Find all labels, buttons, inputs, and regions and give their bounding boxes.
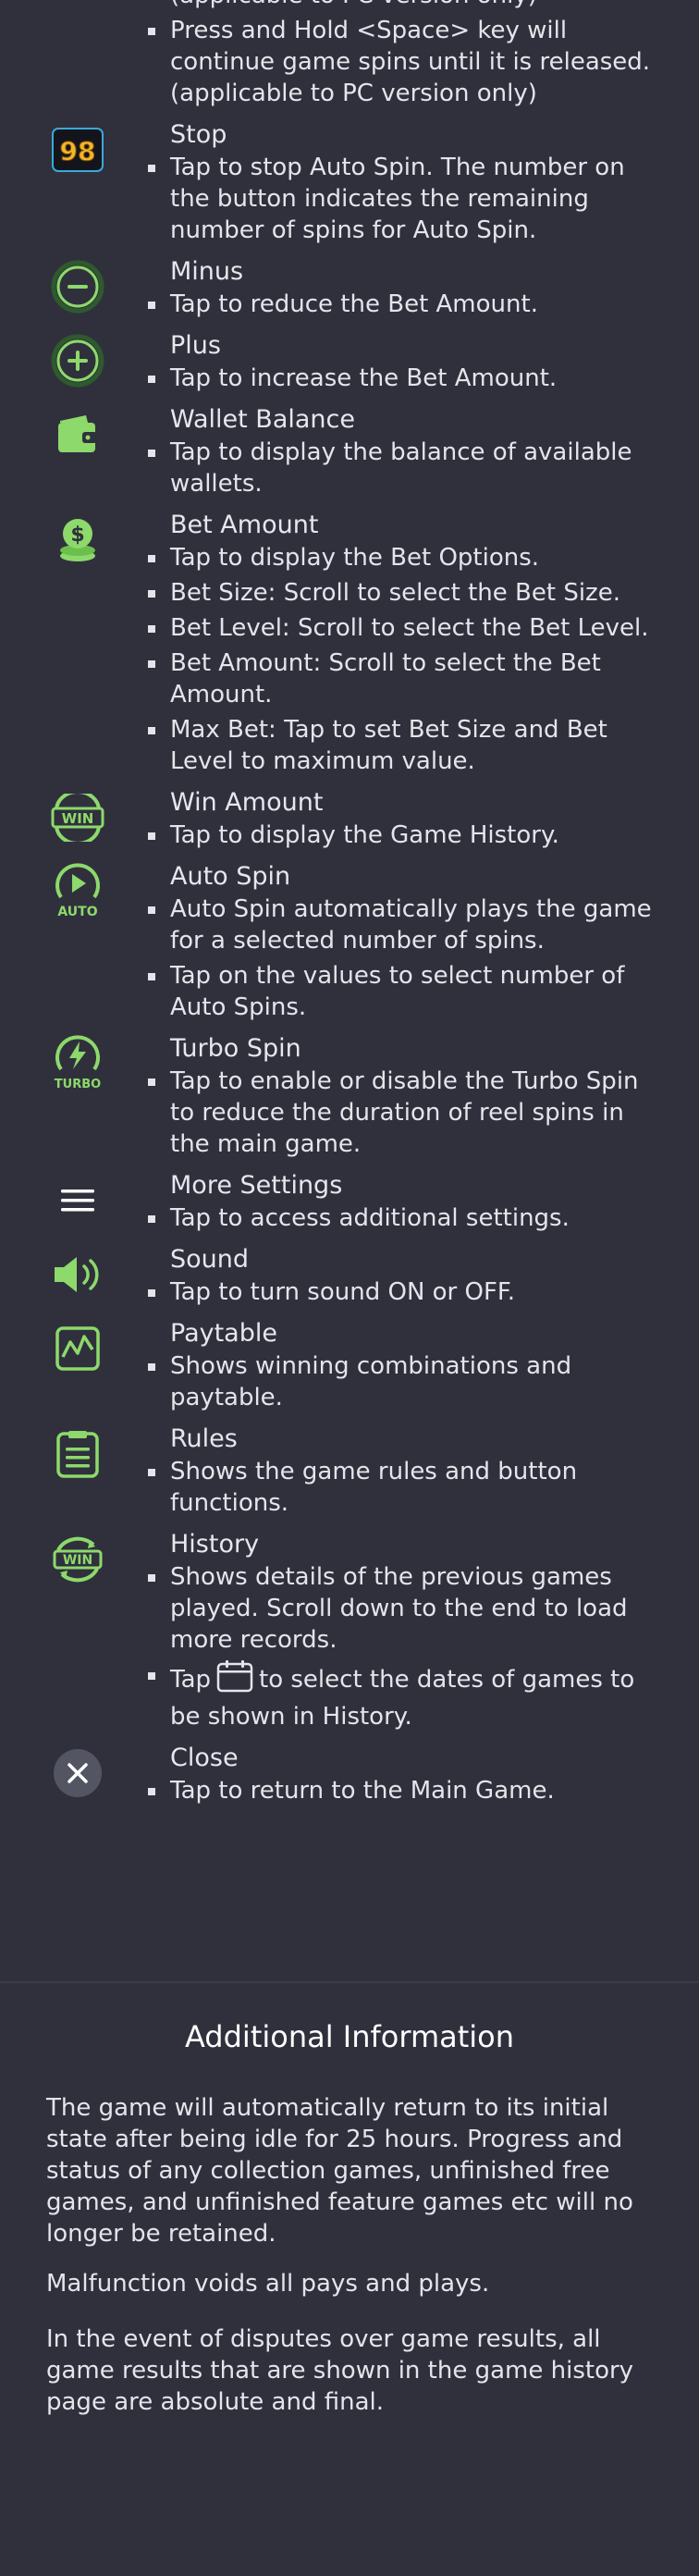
paytable-icon [46,1317,109,1380]
additional-info-title: Additional Information [184,2019,515,2054]
stop-bullet: Tap to stop Auto Spin. The number on the… [148,152,669,246]
auto-spin-bullet: Auto Spin automatically plays the game f… [148,894,669,956]
additional-info-paragraph: Malfunction voids all pays and plays. [46,2270,490,2298]
plus-title: Plus [170,331,221,360]
stop-98-icon: 98 [46,118,109,181]
bet-amount-bullet: Bet Level: Scroll to select the Bet Leve… [148,612,669,644]
sound-title: Sound [170,1245,250,1274]
win-amount-bullet: Tap to display the Game History. [148,820,669,851]
bet-amount-bullet: Max Bet: Tap to set Bet Size and Bet Lev… [148,714,669,777]
control-item-paytable: Paytable Shows winning combinations and … [0,1317,699,1413]
close-bullet: Tap to return to the Main Game. [148,1775,669,1806]
rules-title: Rules [170,1424,238,1453]
help-page: (applicable to PC version only) Press an… [0,0,699,2576]
svg-text:AUTO: AUTO [57,905,97,919]
auto-spin-icon: AUTO [46,860,109,923]
control-item-plus: Plus Tap to increase the Bet Amount. [0,329,699,394]
section-divider [0,1981,699,1983]
svg-text:98: 98 [60,136,96,166]
control-item-auto-spin: AUTO Auto Spin Auto Spin automatically p… [0,860,699,1023]
svg-text:$: $ [70,524,84,547]
menu-icon [46,1169,109,1232]
wallet-title: Wallet Balance [170,405,355,434]
paytable-title: Paytable [170,1319,277,1348]
control-item-win-amount: WIN Win Amount Tap to display the Game H… [0,786,699,851]
auto-spin-bullet: Tap on the values to select number of Au… [148,960,669,1023]
coins-icon: $ [46,509,109,572]
sound-bullet: Tap to turn sound ON or OFF. [148,1276,669,1308]
plus-bullet: Tap to increase the Bet Amount. [148,363,669,394]
minus-icon [46,255,109,318]
turbo-spin-icon: TURBO [46,1032,109,1095]
stop-title: Stop [170,120,227,149]
close-icon [46,1742,109,1805]
bet-amount-bullet: Tap to display the Bet Options. [148,542,669,573]
svg-text:WIN: WIN [63,1553,92,1568]
sound-icon [46,1243,109,1306]
history-calendar-text-before: Tap [170,1666,212,1694]
wallet-bullet: Tap to display the balance of available … [148,437,669,499]
rules-bullet: Shows the game rules and button function… [148,1456,669,1519]
auto-spin-title: Auto Spin [170,862,291,891]
control-item-history: WIN History Shows details of the previou… [0,1528,699,1732]
control-item-rules: Rules Shows the game rules and button fu… [0,1423,699,1519]
win-icon: WIN [46,786,109,849]
plus-icon [46,329,109,392]
space-hold-bullet-2: Press and Hold <Space> key will continue… [148,15,669,109]
space-hold-bullet-1: (applicable to PC version only) [170,0,669,11]
close-title: Close [170,1744,239,1772]
rules-icon [46,1423,109,1485]
bet-amount-bullet: Bet Size: Scroll to select the Bet Size. [148,577,669,609]
bet-amount-title: Bet Amount [170,511,319,539]
additional-info-paragraph: In the event of disputes over game resul… [46,2325,634,2416]
bet-amount-bullet: Bet Amount: Scroll to select the Bet Amo… [148,647,669,710]
control-item-minus: Minus Tap to reduce the Bet Amount. [0,255,699,320]
wallet-icon [46,403,109,466]
control-item-close: Close Tap to return to the Main Game. [0,1742,699,1806]
control-item-stop: 98 Stop Tap to stop Auto Spin. The numbe… [0,118,699,246]
control-item-bet-amount: $ Bet Amount Tap to display the Bet Opti… [0,509,699,777]
history-bullet: Shows details of the previous games play… [148,1561,669,1656]
history-icon: WIN [46,1528,109,1591]
calendar-icon [216,1659,253,1701]
history-calendar-bullet: Tap to select the dates of games to be sh… [148,1659,669,1732]
minus-bullet: Tap to reduce the Bet Amount. [148,289,669,320]
control-item-more-settings: More Settings Tap to access additional s… [0,1169,699,1234]
turbo-spin-bullet: Tap to enable or disable the Turbo Spin … [148,1066,669,1160]
svg-text:TURBO: TURBO [55,1078,101,1091]
minus-title: Minus [170,257,244,286]
control-item-space-hold: (applicable to PC version only) Press an… [0,0,699,109]
control-item-turbo-spin: TURBO Turbo Spin Tap to enable or disabl… [0,1032,699,1160]
history-title: History [170,1530,260,1559]
additional-info-paragraph: The game will automatically return to it… [46,2094,633,2248]
turbo-spin-title: Turbo Spin [170,1034,301,1063]
paytable-bullet: Shows winning combinations and paytable. [148,1350,669,1413]
svg-text:WIN: WIN [62,810,94,827]
more-settings-title: More Settings [170,1171,343,1200]
control-item-sound: Sound Tap to turn sound ON or OFF. [0,1243,699,1308]
win-amount-title: Win Amount [170,788,324,817]
controls-list: (applicable to PC version only) Press an… [0,0,699,1816]
more-settings-bullet: Tap to access additional settings. [148,1202,669,1234]
control-item-wallet: Wallet Balance Tap to display the balanc… [0,403,699,499]
